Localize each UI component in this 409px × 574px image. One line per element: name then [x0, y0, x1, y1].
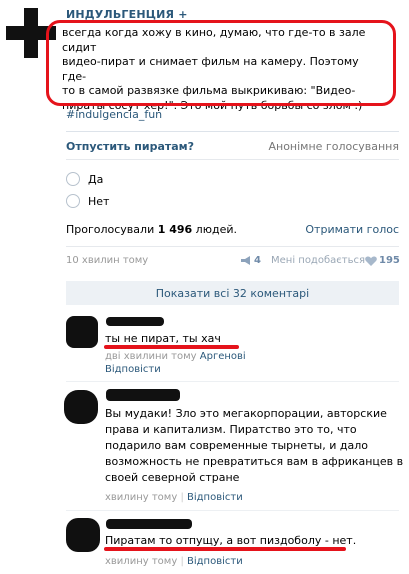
poll-option-yes[interactable]: Да	[66, 171, 103, 187]
comment-meta: хвилину тому | Відповісти	[105, 556, 243, 567]
comment-meta: дві хвилини тому Аргенові	[105, 351, 246, 362]
divider	[66, 510, 399, 511]
share-icon[interactable]	[241, 256, 253, 265]
comment-time[interactable]: дві хвилини тому	[105, 351, 197, 362]
radio-button[interactable]	[66, 194, 80, 208]
comment-avatar[interactable]	[66, 518, 100, 552]
post-time[interactable]: 10 хвилин тому	[66, 255, 148, 266]
show-all-comments-button[interactable]: Показати всі 32 коментарі	[66, 281, 399, 305]
poll-title: Отпустить пиратам?	[66, 140, 195, 153]
comment-time[interactable]: хвилину тому	[105, 492, 177, 503]
red-underline	[104, 547, 346, 551]
divider	[66, 159, 399, 160]
divider	[66, 131, 399, 132]
poll-type: Анонімне голосування	[268, 140, 399, 153]
comment-text-line: подарило вам современные тырнеты, и дало	[105, 439, 368, 452]
poll-option-label: Нет	[88, 194, 110, 208]
comment-text-line: возможность не превратиться вам в африка…	[105, 455, 404, 468]
share-count: 4	[254, 255, 261, 266]
divider	[66, 381, 399, 382]
radio-button[interactable]	[66, 172, 80, 186]
comment-meta: хвилину тому | Відповісти	[105, 492, 243, 503]
red-underline	[104, 345, 239, 349]
reply-link[interactable]: Відповісти	[105, 364, 161, 375]
comment-avatar[interactable]	[64, 390, 98, 424]
like-label[interactable]: Мені подобається	[271, 255, 365, 266]
heart-icon[interactable]	[365, 256, 377, 266]
comment-avatar[interactable]	[66, 316, 98, 348]
get-results-link[interactable]: Отримати голос	[305, 223, 399, 236]
poll-option-no[interactable]: Нет	[66, 193, 109, 209]
comment-text-line: права и капитализм. Пиратство это то, чт…	[105, 423, 357, 436]
redacted-author-name	[106, 389, 180, 401]
comment-text-line: своей северной стране	[105, 471, 240, 484]
reply-to-link[interactable]: Аргенові	[200, 351, 246, 362]
reply-link[interactable]: Відповісти	[187, 492, 243, 503]
poll-option-label: Да	[88, 172, 104, 186]
votes-count: 1 496	[157, 223, 193, 236]
hashtag-link[interactable]: #indulgencia_fun	[66, 108, 162, 121]
red-highlight-frame	[46, 20, 396, 106]
votes-summary: Проголосували 1 496 людей.	[66, 223, 237, 236]
cross-vertical	[24, 8, 38, 58]
like-count: 195	[379, 255, 400, 266]
comment-time[interactable]: хвилину тому	[105, 556, 177, 567]
comment-text: Вы мудаки! Зло это мегакорпорации, автор…	[105, 406, 403, 486]
reply-link[interactable]: Відповісти	[187, 556, 243, 567]
divider	[66, 246, 399, 247]
redacted-author-name	[106, 519, 192, 529]
comment-text-line: Вы мудаки! Зло это мегакорпорации, автор…	[105, 407, 387, 420]
redacted-author-name	[106, 317, 164, 326]
